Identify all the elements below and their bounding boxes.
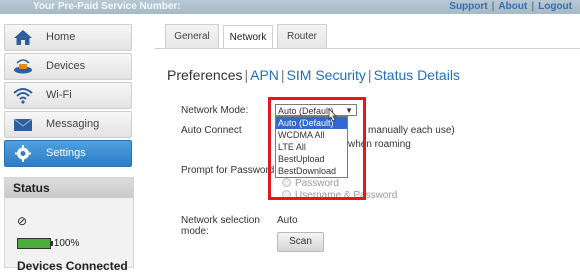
battery-percent: 100% [53, 238, 80, 250]
sidebar-item-label: Home [46, 31, 76, 43]
annotation-highlight [268, 97, 366, 200]
sidebar-item-label: Wi-Fi [46, 89, 72, 101]
status-panel: Status ⊘ 100% Devices Connected [4, 177, 134, 273]
network-selection-label-mode: mode: [181, 226, 209, 237]
status-details-link[interactable]: Status Details [374, 67, 460, 83]
auto-connect-label: Auto Connect [181, 125, 242, 136]
devices-icon [14, 59, 32, 74]
status-title: Status [5, 178, 133, 198]
sidebar-item-settings[interactable]: Settings [4, 140, 132, 167]
sidebar-item-messaging[interactable]: Messaging [4, 111, 132, 138]
scan-button[interactable]: Scan [277, 232, 324, 252]
no-signal-icon: ⊘ [17, 214, 28, 228]
gear-icon [15, 145, 31, 162]
sidebar-item-wifi[interactable]: Wi-Fi [4, 82, 132, 109]
network-mode-label: Network Mode: [181, 105, 249, 116]
home-icon [14, 30, 32, 45]
mouse-pointer-icon [328, 108, 337, 122]
prompt-password-label: Prompt for Password [181, 165, 275, 176]
sidebar: Home Devices Wi-Fi Messaging Settings [4, 24, 132, 169]
main-content: General Network Router Preferences | APN | S… [155, 24, 580, 267]
apn-link[interactable]: APN [250, 67, 279, 83]
network-selection-value: Auto [277, 215, 298, 226]
network-selection-label: Network selection [181, 215, 260, 226]
top-links: Support | About | Logout [449, 1, 572, 12]
sidebar-item-label: Devices [46, 60, 86, 72]
tab-general[interactable]: General [165, 24, 219, 49]
top-bar: Your Pre-Paid Service Number: Support | Ab… [0, 0, 580, 14]
support-link[interactable]: Support [449, 1, 487, 12]
about-link[interactable]: About [498, 1, 527, 12]
sidebar-item-devices[interactable]: Devices [4, 53, 132, 80]
auto-connect-option-text: manually each use) [368, 125, 455, 136]
wifi-icon [13, 88, 33, 104]
sidebar-item-label: Settings [46, 147, 86, 159]
logout-link[interactable]: Logout [538, 1, 572, 12]
sidebar-item-home[interactable]: Home [4, 24, 132, 51]
preferences-current: Preferences [167, 67, 243, 83]
service-number-label: Your Pre-Paid Service Number: [33, 1, 181, 12]
sim-security-link[interactable]: SIM Security [287, 67, 366, 83]
sidebar-item-label: Messaging [46, 118, 100, 130]
battery-icon [17, 238, 53, 249]
preferences-nav: Preferences | APN | SIM Security | Status Deta… [167, 67, 460, 83]
devices-connected-label: Devices Connected [17, 259, 128, 273]
envelope-icon [13, 118, 33, 131]
tab-router[interactable]: Router [277, 24, 327, 49]
tab-network[interactable]: Network [223, 25, 273, 50]
battery-status: 100% [17, 238, 79, 249]
